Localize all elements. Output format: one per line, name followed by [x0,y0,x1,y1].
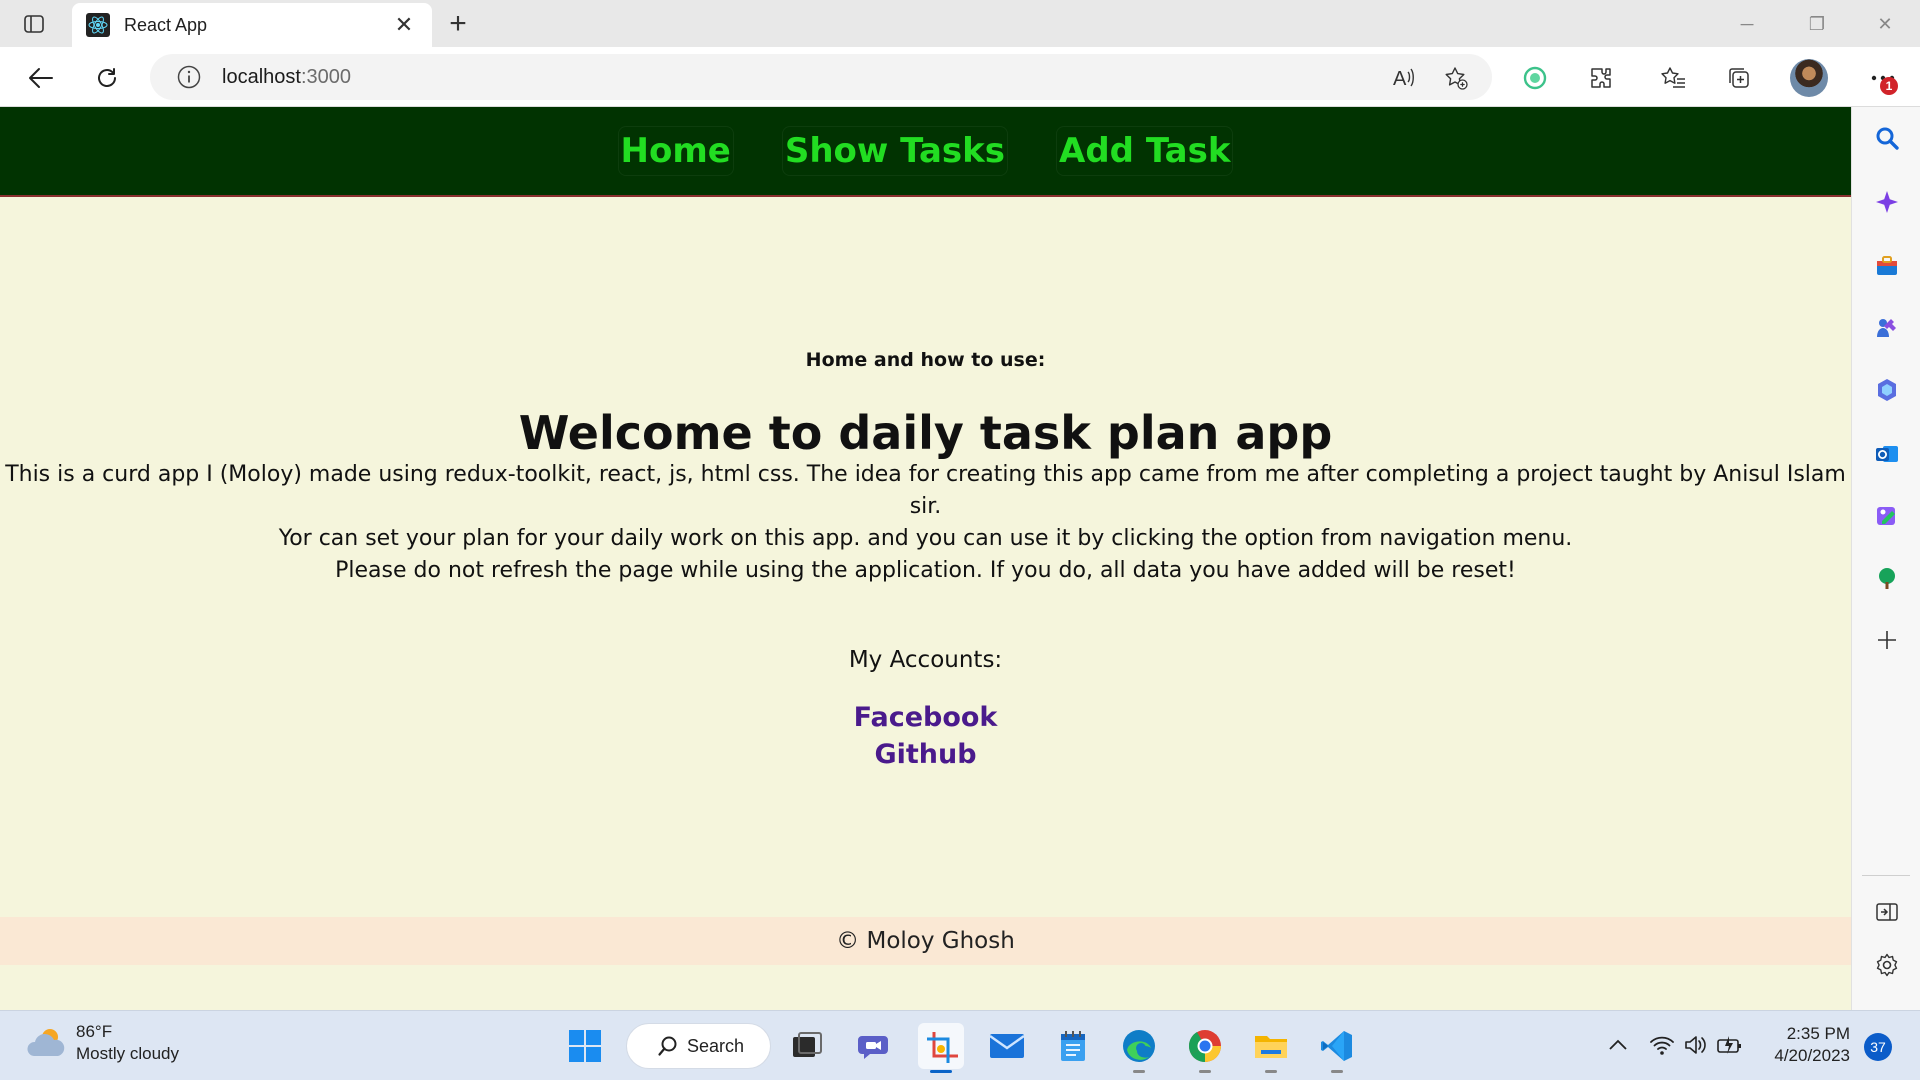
weather-widget[interactable]: 86°F Mostly cloudy [26,1021,179,1065]
restore-icon[interactable]: ❐ [1794,6,1840,42]
react-favicon-icon [86,13,110,37]
url-port: :3000 [300,65,351,88]
tab-title: React App [124,14,208,35]
search-label: Search [687,1035,745,1056]
games-icon[interactable] [1872,313,1902,343]
microsoft-365-icon[interactable] [1872,375,1902,405]
extension-green-icon[interactable] [1516,59,1554,97]
teams-chat-icon[interactable] [852,1023,898,1069]
battery-charging-icon[interactable] [1712,1025,1748,1065]
description-line-3: Please do not refresh the page while usi… [335,558,1516,583]
mail-icon[interactable] [984,1023,1030,1069]
taskbar-clock[interactable]: 2:35 PM 4/20/2023 [1760,1023,1850,1067]
description-line-2: Yor can set your plan for your daily wor… [278,526,1573,551]
search-icon[interactable] [1872,123,1902,153]
chrome-icon[interactable] [1182,1023,1228,1073]
accounts-links: Facebook Github [0,699,1851,773]
page-footer: © Moloy Ghosh [0,917,1851,965]
taskbar-search[interactable]: Search [626,1023,771,1069]
address-bar[interactable]: localhost:3000 A [150,54,1492,100]
facebook-link[interactable]: Facebook [0,699,1851,736]
wifi-icon[interactable] [1644,1025,1680,1065]
notification-badge: 1 [1880,77,1898,95]
close-window-icon[interactable]: ✕ [1862,6,1908,42]
running-app-indicator [1331,1070,1343,1073]
site-info-icon[interactable] [176,64,202,90]
accounts-label: My Accounts: [848,647,1003,673]
description-line-1: This is a curd app I (Moloy) made using … [5,462,1846,519]
page-subtitle: Home and how to use: [805,349,1046,371]
collections-icon[interactable] [1720,59,1758,97]
page-title: Welcome to daily task plan app [518,406,1333,460]
weather-condition: Mostly cloudy [76,1044,179,1063]
outlook-icon[interactable] [1872,439,1902,469]
read-aloud-icon[interactable]: A [1390,64,1418,92]
url-text[interactable]: localhost:3000 [222,66,351,89]
extensions-icon[interactable] [1582,59,1620,97]
url-host: localhost [222,65,301,88]
clock-date: 4/20/2023 [1774,1046,1850,1065]
settings-gear-icon[interactable] [1872,950,1902,980]
home-content: Home and how to use: Welcome to daily ta… [0,197,1851,773]
favorites-icon[interactable] [1654,59,1692,97]
tab-react-app[interactable]: React App ✕ [72,3,432,47]
add-favorite-icon[interactable] [1442,64,1470,92]
nav-home-link[interactable]: Home [617,126,734,176]
nav-show-tasks-link[interactable]: Show Tasks [781,126,1008,176]
clock-time: 2:35 PM [1786,1024,1850,1043]
notepad-icon[interactable] [1050,1023,1096,1069]
tree-icon[interactable] [1872,563,1902,593]
running-app-indicator [1265,1070,1277,1073]
add-sidebar-app-icon[interactable] [1872,625,1902,655]
edge-sidebar [1851,107,1920,1010]
tab-bar: React App ✕ + ─ ❐ ✕ [0,0,1920,47]
nav-add-task-link[interactable]: Add Task [1056,126,1234,176]
app-navbar: Home Show Tasks Add Task [0,107,1851,197]
page-viewport: Home Show Tasks Add Task Home and how to… [0,107,1851,1010]
back-icon[interactable] [22,59,60,97]
task-view-icon[interactable] [784,1023,830,1069]
active-app-indicator [930,1070,952,1073]
tab-close-icon[interactable]: ✕ [390,11,418,39]
show-hidden-icons-chevron-up-icon[interactable] [1600,1025,1636,1065]
file-explorer-icon[interactable] [1248,1023,1294,1073]
designer-icon[interactable] [1872,501,1902,531]
windows-taskbar: 86°F Mostly cloudy Search 2:35 PM 4/20/2… [0,1010,1920,1080]
edge-browser-icon[interactable] [1116,1023,1162,1073]
tab-actions-icon[interactable] [18,10,50,38]
new-tab-button[interactable]: + [442,7,474,40]
browser-toolbar: localhost:3000 A 1 [0,47,1920,107]
notification-count-badge[interactable]: 37 [1864,1033,1892,1061]
reload-icon[interactable] [88,59,126,97]
volume-icon[interactable] [1678,1025,1714,1065]
github-link[interactable]: Github [0,736,1851,773]
start-windows-icon[interactable] [562,1023,608,1069]
running-app-indicator [1133,1070,1145,1073]
profile-avatar[interactable] [1790,59,1828,97]
hide-sidebar-icon[interactable] [1872,897,1902,927]
copilot-sparkle-icon[interactable] [1872,187,1902,217]
vscode-icon[interactable] [1314,1023,1360,1073]
svg-text:A: A [1393,68,1407,90]
weather-temperature: 86°F [76,1022,113,1041]
minimize-icon[interactable]: ─ [1724,6,1770,42]
cloudy-weather-icon [27,1029,65,1056]
shopping-icon[interactable] [1872,251,1902,281]
sidebar-divider [1862,875,1910,876]
search-magnifier-icon [658,1036,677,1056]
snipping-tool-icon[interactable] [918,1023,964,1073]
running-app-indicator [1199,1070,1211,1073]
